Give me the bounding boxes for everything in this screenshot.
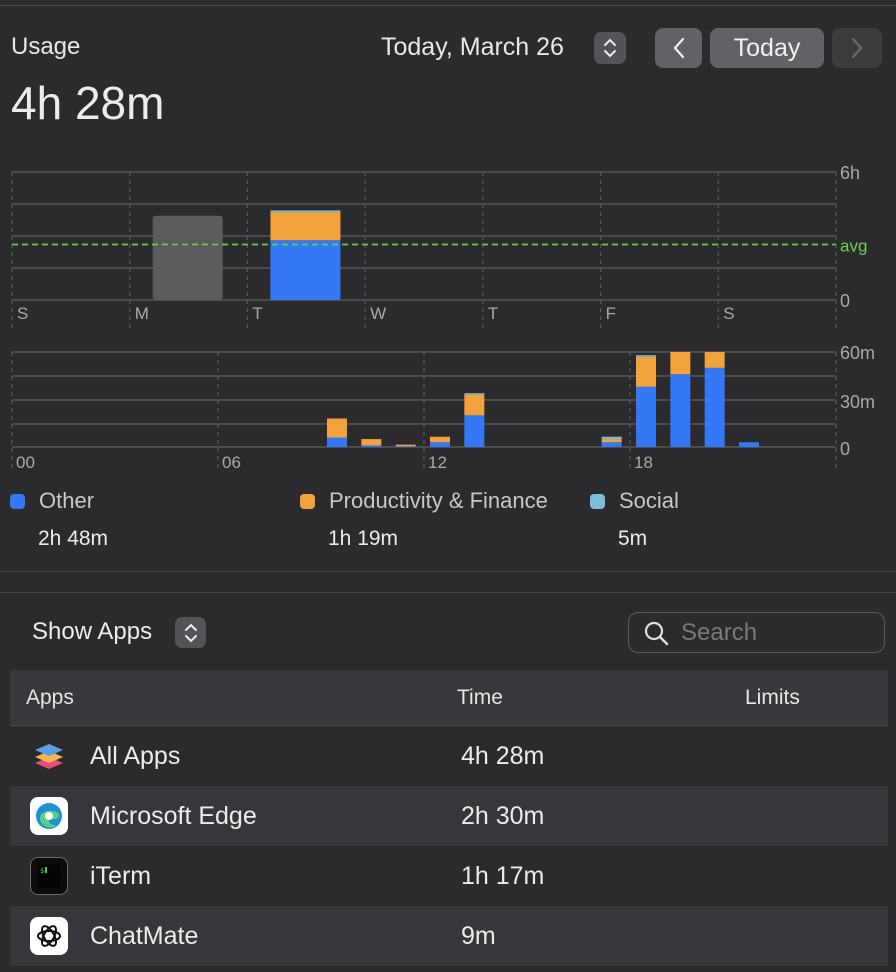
usage-charts: S M T W T F S6havg000 06 12 1860m30m0 [11,163,875,472]
show-apps-label[interactable]: Show Apps [32,618,152,646]
apps-table: Apps Time Limits All Apps 4h 28m Microso… [10,670,888,966]
legend-social: Social [590,488,679,514]
app-time: 1h 17m [461,861,545,890]
hourly-bar-11-segment [395,444,416,447]
legend-productivity-value: 1h 19m [328,527,399,550]
weekly-day-label: M [135,304,149,323]
legend-productivity-swatch [300,493,315,509]
hourly-bar-18-segment [636,355,656,357]
weekly-bar-2-segment [270,212,341,241]
app-name: iTerm [90,861,152,890]
legend-other-value: 2h 48m [38,527,109,550]
table-row-chatmate[interactable]: ChatMate 9m [10,906,888,966]
section-divider-2 [0,592,896,593]
app-name: All Apps [90,741,181,770]
hourly-bar-9-segment [327,418,347,438]
legend-other: Other [10,488,94,514]
weekly-day-label: T [488,304,498,323]
show-apps-stepper[interactable] [175,617,206,648]
weekly-day-label: S [17,304,28,323]
column-time[interactable]: Time [440,686,727,710]
weekly-day-label: S [723,304,734,323]
hourly-x-tick: 00 [16,453,35,472]
weekly-y-tick: 6h [840,163,860,183]
hourly-bar-12-segment [430,442,450,447]
hourly-y-tick: 30m [840,392,875,412]
hourly-x-tick: 12 [428,453,447,472]
hourly-bar-19-segment [670,352,691,375]
edge-icon [30,797,68,835]
app-name: ChatMate [90,921,199,950]
hourly-bar-10-segment [361,439,382,446]
hourly-bar-17-segment [601,436,622,440]
hourly-y-tick: 0 [840,439,850,459]
stack-icon [30,737,68,775]
hourly-bar-20-segment [704,367,725,447]
legend-other-label: Other [39,488,95,513]
table-header: Apps Time Limits [10,670,888,726]
section-divider [0,571,896,572]
hourly-bar-18-segment [636,386,656,447]
legend-social-value: 5m [618,527,648,550]
column-apps[interactable]: Apps [10,686,440,710]
table-row-all-apps[interactable]: All Apps 4h 28m [10,726,888,786]
legend-social-swatch [590,493,605,509]
hourly-bar-12-segment [430,436,450,443]
legend-productivity: Productivity & Finance [300,488,548,514]
hourly-bar-11-segment [395,446,416,447]
hourly-x-tick: 06 [222,453,241,472]
legend-social-label: Social [619,488,679,513]
weekly-bar-1 [152,215,223,300]
weekly-day-label: T [252,304,262,323]
table-row-microsoft-edge[interactable]: Microsoft Edge 2h 30m [10,786,888,846]
app-time: 4h 28m [461,741,545,770]
search-input[interactable] [679,617,873,648]
weekly-bar-2-segment [270,240,341,300]
column-limits[interactable]: Limits [727,686,800,710]
hourly-bar-9-segment [327,437,347,447]
search-icon [644,621,669,645]
weekly-day-label: W [370,304,386,323]
hourly-y-tick: 60m [840,343,875,363]
hourly-bar-10-segment [361,445,382,447]
hourly-bar-17-segment [601,439,622,443]
legend-other-swatch [10,493,25,509]
hourly-x-tick: 18 [634,453,653,472]
app-name: Microsoft Edge [90,801,257,830]
chatmate-icon [30,917,68,955]
hourly-bar-21-segment [739,442,759,447]
hourly-bar-17-segment [601,442,622,447]
up-down-chevron-icon [184,623,197,642]
app-time: 9m [461,921,496,950]
hourly-bar-20-segment [704,352,725,368]
weekly-bar-2-segment [270,210,341,213]
app-time: 2h 30m [461,801,545,830]
terminal-icon: $ [30,857,68,895]
weekly-y-tick: 0 [840,291,850,311]
weekly-day-label: F [606,304,616,323]
average-label: avg [840,237,867,256]
hourly-bar-18-segment [636,356,656,387]
search-box[interactable] [628,612,885,653]
legend-productivity-label: Productivity & Finance [329,488,548,513]
svg-text:$: $ [40,867,44,875]
table-row-iterm[interactable]: $ iTerm 1h 17m [10,846,888,906]
hourly-bar-13-segment [464,393,485,395]
hourly-bar-13-segment [464,394,485,416]
hourly-bar-13-segment [464,415,485,447]
hourly-bar-19-segment [670,374,691,447]
